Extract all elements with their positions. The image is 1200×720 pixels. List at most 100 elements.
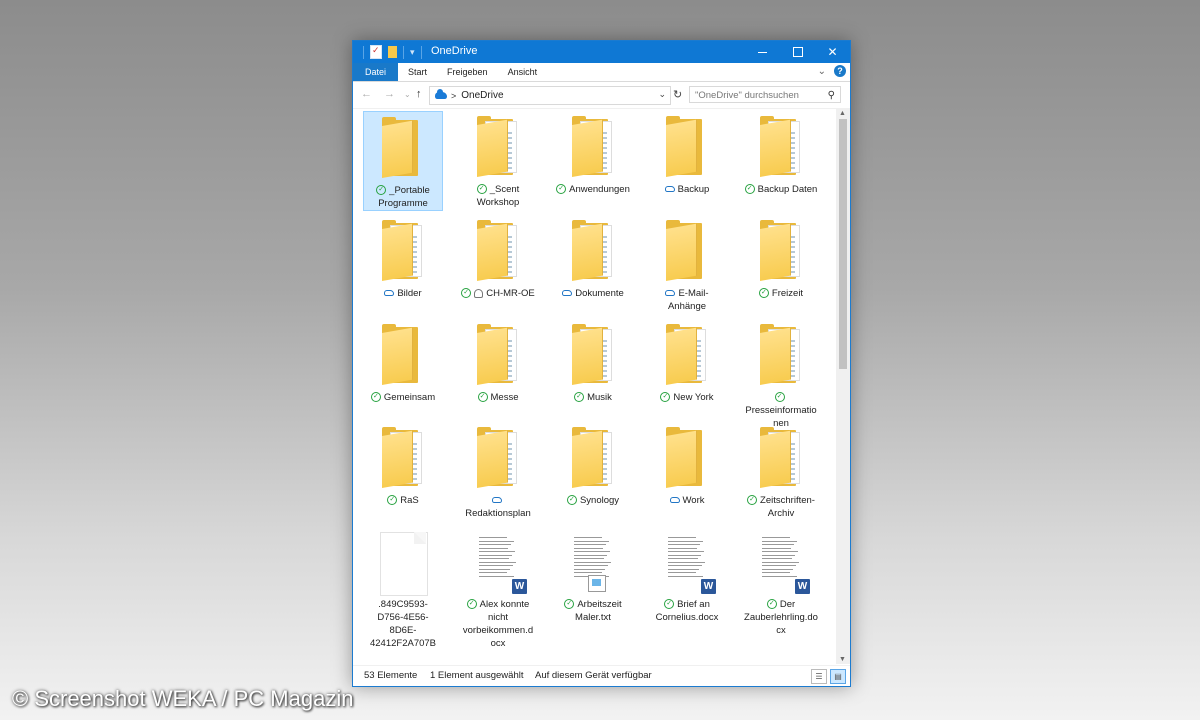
- customize-toolbar-icon[interactable]: ▾: [410, 47, 415, 58]
- file-name: .849C9593-D756-4E56-8D6E-42412F2A707B: [369, 599, 437, 649]
- synced-check-icon: ✓: [758, 288, 769, 299]
- tab-datei[interactable]: Datei: [353, 63, 399, 81]
- breadcrumb-separator[interactable]: >: [451, 91, 456, 101]
- tab-ansicht[interactable]: Ansicht: [498, 63, 548, 81]
- toolbar-separator: [363, 45, 364, 59]
- breadcrumb-onedrive[interactable]: OneDrive: [461, 90, 503, 101]
- forward-button[interactable]: →: [384, 88, 395, 100]
- file-item[interactable]: .849C9593-D756-4E56-8D6E-42412F2A707B: [363, 526, 443, 650]
- onedrive-cloud-icon: [435, 89, 447, 99]
- properties-icon[interactable]: [370, 45, 382, 59]
- tab-start[interactable]: Start: [398, 63, 437, 81]
- file-label: Redaktionsplan: [458, 494, 538, 520]
- file-item[interactable]: E-Mail-Anhänge: [647, 215, 727, 313]
- file-name: Synology: [579, 495, 620, 506]
- file-name: Backup Daten: [757, 184, 818, 195]
- file-item[interactable]: Redaktionsplan: [458, 422, 538, 520]
- file-item[interactable]: ✓ _Portable Programme: [363, 111, 443, 211]
- file-item[interactable]: ✓ Arbeitszeit Maler.txt: [553, 526, 633, 624]
- file-item[interactable]: ✓ RaS: [363, 422, 443, 507]
- title-bar[interactable]: ▾ OneDrive ✕: [353, 41, 850, 63]
- synced-check-icon: ✓: [376, 185, 387, 196]
- back-button[interactable]: ←: [361, 88, 372, 100]
- folder-icon: [666, 324, 708, 387]
- scrollbar-thumb[interactable]: [839, 119, 847, 369]
- file-label: ✓ RaS: [363, 494, 443, 507]
- folder-icon: [477, 220, 519, 283]
- vertical-scrollbar[interactable]: ▲ ▼: [836, 109, 850, 664]
- file-name: Musik: [587, 392, 612, 403]
- file-label: ✓ Der Zauberlehrling.docx: [741, 598, 821, 637]
- ribbon-tabs: Datei Start Freigeben Ansicht ⌄ ?: [353, 63, 850, 82]
- minimize-button[interactable]: [745, 41, 780, 63]
- file-item[interactable]: ✓ Freizeit: [741, 215, 821, 300]
- file-name: Dokumente: [575, 288, 624, 299]
- file-item[interactable]: ✓ Anwendungen: [553, 111, 633, 196]
- synced-check-icon: ✓: [387, 495, 398, 506]
- synced-check-icon: ✓: [566, 495, 577, 506]
- file-name: Der Zauberlehrling.docx: [744, 599, 818, 636]
- file-item[interactable]: Bilder: [363, 215, 443, 300]
- file-item[interactable]: ✓ Messe: [458, 319, 538, 404]
- tab-freigeben[interactable]: Freigeben: [437, 63, 498, 81]
- file-label: ✓ CH-MR-OE: [458, 287, 538, 300]
- new-folder-icon[interactable]: [388, 46, 397, 58]
- synced-check-icon: ✓: [477, 392, 488, 403]
- file-label: ✓ Anwendungen: [553, 183, 633, 196]
- folder-icon: [572, 324, 614, 387]
- document-thumbnail: W: [475, 532, 527, 594]
- file-label: ✓ Zeitschriften-Archiv: [741, 494, 821, 520]
- file-item[interactable]: Backup: [647, 111, 727, 196]
- scroll-down-icon[interactable]: ▼: [839, 656, 846, 663]
- synced-check-icon: ✓: [747, 495, 758, 506]
- help-icon[interactable]: ?: [834, 65, 846, 77]
- file-item[interactable]: ✓ Musik: [553, 319, 633, 404]
- address-bar[interactable]: > OneDrive ⌄: [429, 86, 671, 105]
- file-label: ✓ Alex konnte nicht vorbeikommen.docx: [458, 598, 538, 650]
- file-item[interactable]: ✓ New York: [647, 319, 727, 404]
- window-title: OneDrive: [431, 45, 478, 57]
- navigation-bar: ← → ⌄ ↑ > OneDrive ⌄ ↻ "OneDrive" durchs…: [353, 82, 850, 109]
- file-item[interactable]: ✓ CH-MR-OE: [458, 215, 538, 300]
- file-item[interactable]: ✓ _Scent Workshop: [458, 111, 538, 209]
- file-item[interactable]: W ✓ Alex konnte nicht vorbeikommen.docx: [458, 526, 538, 650]
- status-bar: 53 Elemente 1 Element ausgewählt Auf die…: [353, 665, 850, 686]
- folder-icon: [760, 220, 802, 283]
- file-item[interactable]: ✓ Gemeinsam: [363, 319, 443, 404]
- recent-locations-icon[interactable]: ⌄: [404, 90, 411, 99]
- file-label: Bilder: [363, 287, 443, 300]
- minimize-icon: [758, 51, 767, 53]
- file-label: Work: [647, 494, 727, 507]
- file-icon: [380, 532, 428, 596]
- file-item[interactable]: ✓ Synology: [553, 422, 633, 507]
- file-name: Messe: [490, 392, 519, 403]
- address-dropdown-icon[interactable]: ⌄: [658, 89, 666, 100]
- maximize-button[interactable]: [780, 41, 815, 63]
- search-input[interactable]: "OneDrive" durchsuchen ⚲: [689, 86, 841, 103]
- cloud-only-icon: [669, 497, 680, 504]
- copyright-watermark: © Screenshot WEKA / PC Magazin: [12, 686, 354, 711]
- file-item[interactable]: ✓ Zeitschriften-Archiv: [741, 422, 821, 520]
- folder-icon: [382, 117, 424, 180]
- file-item[interactable]: W ✓ Der Zauberlehrling.docx: [741, 526, 821, 637]
- large-icons-view-button[interactable]: ▤: [830, 669, 846, 684]
- synced-check-icon: ✓: [461, 288, 472, 299]
- toolbar-separator: [420, 45, 422, 59]
- up-button[interactable]: ↑: [416, 88, 422, 100]
- explorer-window: ▾ OneDrive ✕ Datei Start Freigeben Ansic…: [352, 40, 851, 687]
- file-name: Redaktionsplan: [465, 508, 531, 519]
- refresh-button[interactable]: ↻: [673, 88, 682, 101]
- file-item[interactable]: ✓Presseinformationen: [741, 319, 821, 430]
- file-item[interactable]: Work: [647, 422, 727, 507]
- file-list[interactable]: ✓ _Portable Programme ✓ _Scent Workshop ✓ Anw…: [353, 109, 836, 664]
- file-item[interactable]: Dokumente: [553, 215, 633, 300]
- file-item[interactable]: W ✓ Brief an Cornelius.docx: [647, 526, 727, 624]
- scroll-up-icon[interactable]: ▲: [839, 110, 846, 117]
- close-button[interactable]: ✕: [815, 41, 850, 63]
- details-view-button[interactable]: ☰: [811, 669, 827, 684]
- synced-check-icon: ✓: [766, 599, 777, 610]
- search-placeholder: "OneDrive" durchsuchen: [695, 90, 799, 101]
- file-label: ✓ Backup Daten: [741, 183, 821, 196]
- expand-ribbon-icon[interactable]: ⌄: [818, 66, 826, 77]
- file-item[interactable]: ✓ Backup Daten: [741, 111, 821, 196]
